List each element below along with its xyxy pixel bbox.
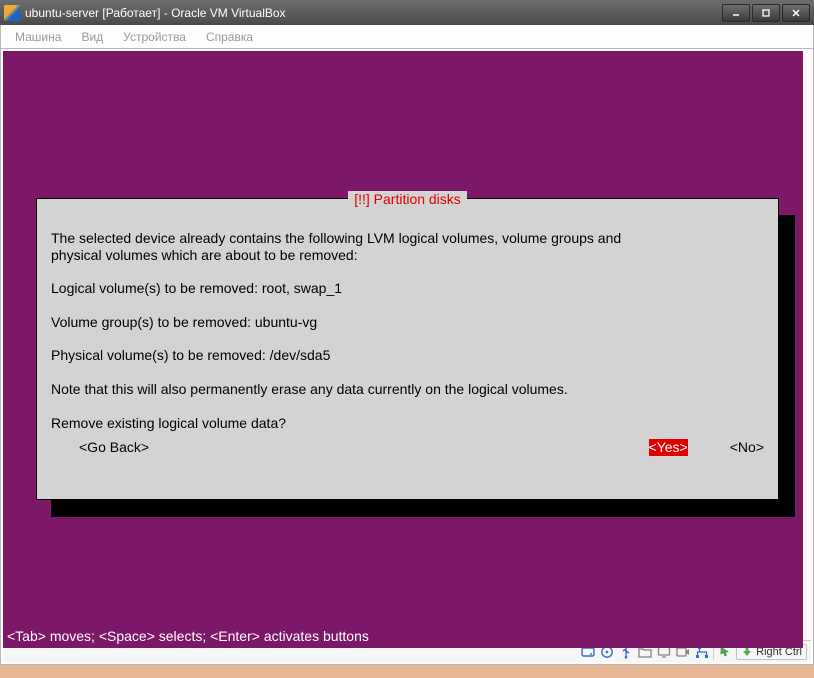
- menu-devices[interactable]: Устройства: [113, 27, 196, 47]
- minimize-button[interactable]: [722, 4, 750, 22]
- window-controls: [722, 4, 810, 22]
- dialog-title: [!!] Partition disks: [348, 191, 467, 207]
- dialog-button-row: <Go Back> <Yes> <No>: [37, 431, 778, 460]
- no-button[interactable]: <No>: [730, 439, 764, 456]
- partition-dialog: [!!] Partition disks The selected device…: [36, 198, 779, 500]
- footer-hint: <Tab> moves; <Space> selects; <Enter> ac…: [7, 628, 369, 644]
- dialog-note: Note that this will also permanently era…: [51, 381, 568, 397]
- dialog-prompt: Remove existing logical volume data?: [51, 415, 286, 431]
- titlebar: ubuntu-server [Работает] - Oracle VM Vir…: [0, 0, 814, 25]
- dialog-header: [!!] Partition disks: [37, 191, 778, 203]
- dialog-lv-line: Logical volume(s) to be removed: root, s…: [51, 280, 342, 296]
- go-back-button[interactable]: <Go Back>: [79, 439, 149, 456]
- dialog-text-line1: The selected device already contains the…: [51, 230, 621, 246]
- content-area: [!!] Partition disks The selected device…: [0, 49, 814, 665]
- spacer: [149, 439, 649, 456]
- menu-view[interactable]: Вид: [71, 27, 113, 47]
- menu-machine[interactable]: Машина: [5, 27, 71, 47]
- vm-screen[interactable]: [!!] Partition disks The selected device…: [3, 51, 803, 648]
- yes-button[interactable]: <Yes>: [649, 439, 688, 456]
- close-button[interactable]: [782, 4, 810, 22]
- menubar: Машина Вид Устройства Справка: [0, 25, 814, 49]
- window-title: ubuntu-server [Работает] - Oracle VM Vir…: [25, 6, 722, 20]
- virtualbox-icon: [4, 5, 20, 21]
- menu-help[interactable]: Справка: [196, 27, 263, 47]
- dialog-text-line2: physical volumes which are about to be r…: [51, 247, 358, 263]
- dialog-body: The selected device already contains the…: [37, 203, 778, 431]
- dialog-vg-line: Volume group(s) to be removed: ubuntu-vg: [51, 314, 317, 330]
- maximize-button[interactable]: [752, 4, 780, 22]
- dialog-pv-line: Physical volume(s) to be removed: /dev/s…: [51, 347, 330, 363]
